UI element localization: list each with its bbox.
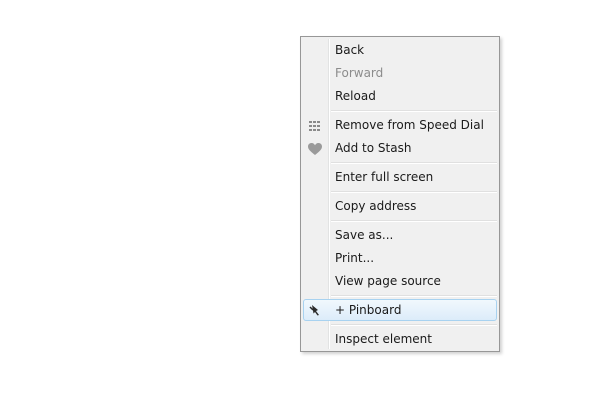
menu-item-back[interactable]: Back [303, 39, 497, 61]
menu-item-view-page-source[interactable]: View page source [303, 270, 497, 292]
speed-dial-grid-icon [307, 118, 323, 132]
menu-separator [331, 295, 497, 297]
menu-item-inspect-element[interactable]: Inspect element [303, 328, 497, 350]
menu-item-remove-from-speed-dial[interactable]: Remove from Speed Dial [303, 114, 497, 136]
pushpin-icon [307, 303, 323, 317]
menu-item-reload[interactable]: Reload [303, 85, 497, 107]
menu-item-print[interactable]: Print... [303, 247, 497, 269]
menu-item-save-as[interactable]: Save as... [303, 224, 497, 246]
context-menu: Back Forward Reload Remove from Speed Di… [300, 36, 500, 352]
menu-separator [331, 191, 497, 193]
menu-item-label: Remove from Speed Dial [335, 118, 484, 132]
menu-item-forward[interactable]: Forward [303, 62, 497, 84]
menu-separator [331, 110, 497, 112]
menu-separator [331, 220, 497, 222]
menu-item-enter-full-screen[interactable]: Enter full screen [303, 166, 497, 188]
menu-item-add-to-stash[interactable]: Add to Stash [303, 137, 497, 159]
menu-item-copy-address[interactable]: Copy address [303, 195, 497, 217]
menu-item-label: Add to Stash [335, 141, 412, 155]
menu-item-label: + Pinboard [335, 303, 402, 317]
menu-item-label: Forward [335, 66, 384, 80]
menu-item-pinboard[interactable]: + Pinboard [303, 299, 497, 321]
menu-item-label: Save as... [335, 228, 394, 242]
menu-item-label: Print... [335, 251, 375, 265]
menu-separator [331, 324, 497, 326]
menu-item-label: Inspect element [335, 332, 432, 346]
heart-icon [307, 141, 323, 155]
menu-item-label: Copy address [335, 199, 417, 213]
menu-item-label: Back [335, 43, 365, 57]
menu-separator [331, 162, 497, 164]
menu-item-label: Enter full screen [335, 170, 434, 184]
menu-item-label: View page source [335, 274, 441, 288]
menu-item-label: Reload [335, 89, 376, 103]
